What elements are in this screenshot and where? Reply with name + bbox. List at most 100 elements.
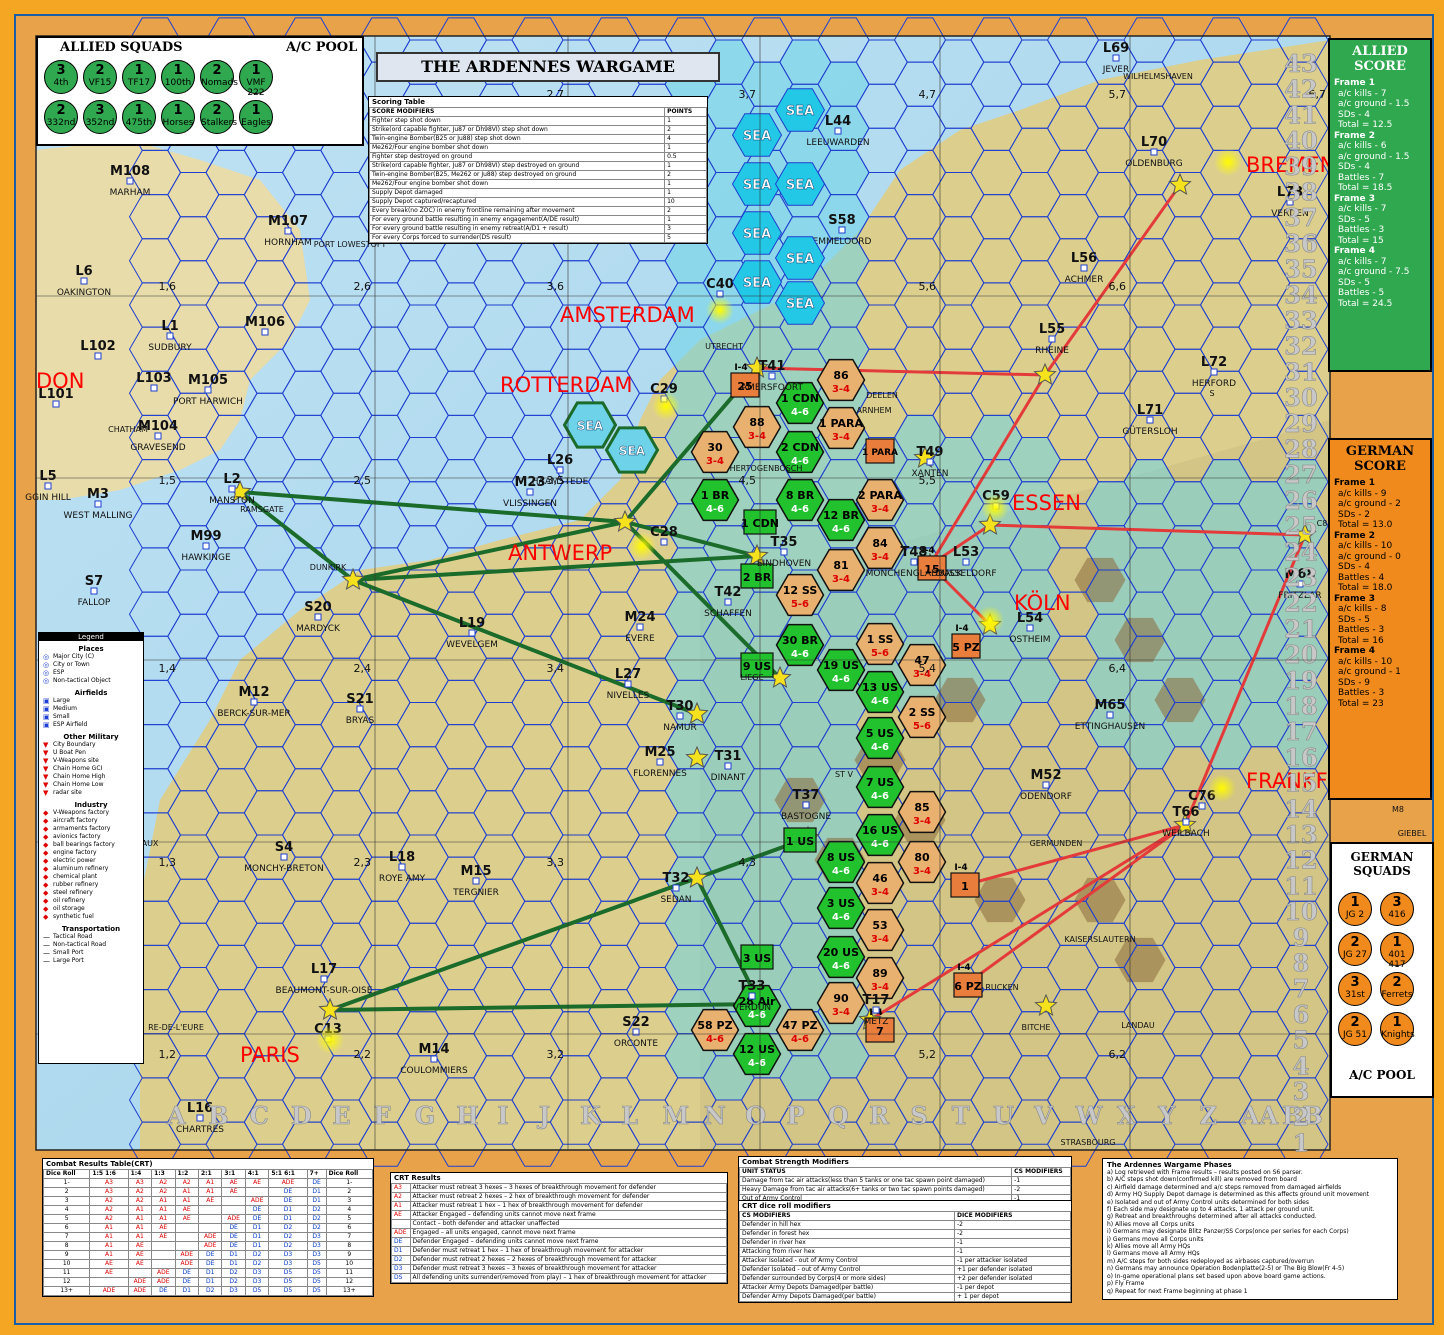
major-city-label[interactable]: ROTTERDAM (500, 373, 633, 397)
table-row: 5 A2 A1 A1 AE ADE DE D1 D2 5 (42, 1214, 374, 1224)
legend-item: ◆ armaments factory (43, 825, 111, 833)
allied-unit[interactable]: 3 US (740, 944, 774, 970)
legend-item: ▣ Small (43, 713, 70, 721)
major-city-label[interactable]: ESSEN (1012, 491, 1081, 515)
svg-text:SEA: SEA (786, 104, 814, 119)
table-row: A2 Attacker must retreat 2 hexes – 2 hex … (391, 1192, 728, 1202)
squad-chip[interactable]: 1 JG 2 (1338, 892, 1372, 926)
squad-chip[interactable]: 1 Horses (161, 100, 195, 134)
score-frame-label: Frame 2 (1334, 530, 1375, 541)
row-number: 30 (1284, 383, 1317, 412)
svg-text:3-4: 3-4 (832, 574, 850, 585)
svg-text:L27: L27 (615, 667, 641, 682)
row-number: 20 (1284, 640, 1317, 669)
svg-text:SEA: SEA (786, 297, 814, 312)
legend-item: ▼ U Boat Pen (43, 749, 86, 757)
svg-text:2 PARA: 2 PARA (858, 489, 903, 502)
allied-pool-label: A/C POOL (286, 40, 358, 55)
squad-chip[interactable]: 3 4th (44, 60, 78, 94)
grid-ref: 1,5 (159, 474, 177, 487)
legend-section: Industry (74, 801, 108, 809)
legend-item: ◆ engine factory (43, 849, 97, 857)
score-line: SDs - 5 (1338, 277, 1371, 288)
svg-text:5 PZ: 5 PZ (952, 641, 980, 654)
score-line: a/c ground - 0 (1338, 551, 1401, 562)
row-number: 22 (1284, 589, 1317, 618)
squad-chip[interactable]: 1 VMF 222 (239, 60, 273, 98)
svg-text:SEA: SEA (786, 178, 814, 193)
major-city-label[interactable]: ANTWERP (508, 541, 612, 565)
squad-chip[interactable]: 1 Knights (1380, 1012, 1415, 1046)
legend-item: ◆ chemical plant (43, 873, 98, 881)
phase-item: f) Each side may designate up to 4 attac… (1107, 1206, 1315, 1214)
squad-chip[interactable]: 1 TF17 (122, 60, 156, 94)
svg-text:4-6: 4-6 (871, 791, 889, 802)
svg-text:4-6: 4-6 (832, 674, 850, 685)
svg-text:86: 86 (833, 369, 849, 382)
major-city-label[interactable]: PARIS (240, 1043, 300, 1067)
legend-item: ▣ Medium (43, 705, 77, 713)
row-number: 28 (1284, 435, 1317, 464)
phase-item: o) In-game operational plans set based u… (1107, 1272, 1326, 1280)
squad-chip[interactable]: 3 31st (1338, 972, 1372, 1006)
squad-chip[interactable]: 2 Nomads (200, 60, 238, 94)
allied-unit[interactable]: 1 US (783, 827, 817, 853)
squad-chip[interactable]: 2 Stalkers (200, 100, 237, 134)
map-name-label: STRASBOURG (1060, 1138, 1115, 1147)
svg-text:1 CDN: 1 CDN (781, 392, 819, 405)
cs-modifiers-title: Combat Strength Modifiers (742, 1158, 849, 1166)
table-row: 10 AE AE ADE DE D1 D2 D3 D5 10 (42, 1259, 374, 1269)
row-number: 15 (1284, 769, 1317, 798)
svg-text:3-4: 3-4 (832, 1007, 850, 1018)
squad-chip[interactable]: 3 416 (1380, 892, 1414, 926)
squad-chip[interactable]: 1 Eagles (239, 100, 273, 134)
squad-chip[interactable]: 2 VF15 (83, 60, 117, 94)
grid-ref: 1,2 (159, 1048, 177, 1061)
column-letter: L (621, 1101, 638, 1130)
german-unit[interactable]: 1 PARA (862, 438, 898, 464)
squad-chip[interactable]: 2 JG 27 (1338, 932, 1372, 966)
grid-ref: 1,3 (159, 856, 177, 869)
phases-title: The Ardennes Wargame Phases (1107, 1161, 1232, 1169)
grid-ref: 5,4 (919, 662, 937, 675)
hex-map[interactable]: 1 CDN4-62 CDN4-61 BR4-68 BR4-61 CDN12 BR… (0, 0, 1444, 1335)
row-number: 41 (1284, 100, 1317, 129)
legend-item: — Large Port (43, 957, 84, 965)
squad-chip[interactable]: 2 332nd (44, 100, 78, 134)
major-city-label[interactable]: AMSTERDAM (560, 303, 695, 327)
svg-text:T31: T31 (715, 749, 742, 764)
dice-modifiers-title: CRT dice roll modifiers (742, 1202, 831, 1210)
svg-text:SEA: SEA (743, 178, 771, 193)
row-number: 31 (1284, 357, 1317, 386)
table-row: A3 Attacker must retreat 3 hexes – 3 hexe… (391, 1183, 728, 1193)
svg-text:5-6: 5-6 (913, 721, 931, 732)
table-row: Strike(ord capable fighter, Ju87 or Dh98… (368, 125, 707, 135)
squad-chip[interactable]: 1 100th (161, 60, 195, 94)
table-row: Defender Army Depots Damaged(per battle)… (739, 1292, 1072, 1302)
svg-text:4-6: 4-6 (832, 912, 850, 923)
score-line: Total = 23 (1338, 698, 1384, 709)
svg-text:12 US: 12 US (739, 1043, 775, 1056)
svg-text:NIVELLES: NIVELLES (607, 691, 650, 701)
row-number: 2 (1293, 1103, 1310, 1132)
table-row: Fighter step destroyed on ground 0.5 (368, 152, 707, 162)
phase-item: n) Germans may announce Operation Bodenp… (1107, 1265, 1345, 1273)
squad-chip[interactable]: 1 401 417 (1380, 932, 1414, 970)
svg-text:BEAUMONT-SUR-OISE: BEAUMONT-SUR-OISE (276, 986, 373, 996)
legend-item: ◎ City or Town (43, 661, 90, 669)
squad-chip[interactable]: 2 Ferrets (1380, 972, 1414, 1006)
svg-text:L19: L19 (459, 616, 485, 631)
column-letter: F (374, 1101, 391, 1130)
table-row: Fighter step shot down 1 (368, 116, 707, 126)
svg-text:20 US: 20 US (823, 946, 859, 959)
svg-text:3 US: 3 US (743, 952, 771, 965)
squad-chip[interactable]: 1 475th (122, 100, 156, 134)
squad-chip[interactable]: 2 JG 51 (1338, 1012, 1372, 1046)
svg-text:MARHAM: MARHAM (110, 188, 151, 198)
svg-text:16 US: 16 US (862, 824, 898, 837)
squad-chip[interactable]: 3 352nd (83, 100, 117, 134)
score-line: a/c kills - 10 (1338, 656, 1393, 667)
german-pool-label: A/C POOL (1349, 1068, 1415, 1082)
svg-text:SEA: SEA (743, 276, 771, 291)
score-line: Total = 16 (1338, 635, 1384, 646)
